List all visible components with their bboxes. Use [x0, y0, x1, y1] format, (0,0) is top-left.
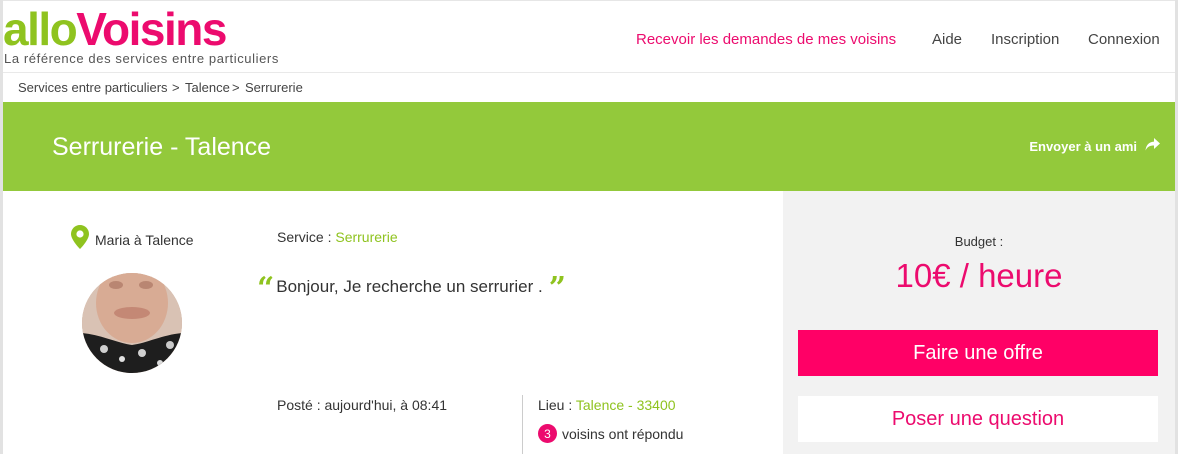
breadcrumb-separator: > — [232, 80, 240, 95]
replies-info: 3 voisins ont répondu — [538, 424, 683, 443]
ask-question-button[interactable]: Poser une question — [798, 396, 1158, 442]
nav-signup[interactable]: Inscription — [991, 31, 1059, 48]
lieu-label: Lieu : — [538, 397, 573, 413]
message-text: Bonjour, Je recherche un serrurier . — [276, 277, 543, 296]
make-offer-button[interactable]: Faire une offre — [798, 330, 1158, 376]
tagline: La référence des services entre particul… — [4, 51, 279, 66]
lieu-line: Lieu : Talence - 33400 — [538, 397, 676, 413]
divider — [522, 395, 523, 454]
breadcrumb: Services entre particuliers > Talence > … — [3, 72, 1175, 102]
share-arrow-icon — [1145, 138, 1160, 154]
nav-help[interactable]: Aide — [932, 31, 962, 48]
lieu-link[interactable]: Talence - 33400 — [576, 397, 676, 413]
budget-value: 10€ / heure — [895, 257, 1063, 294]
service-label: Service : — [277, 229, 332, 245]
request-message: “ Bonjour, Je recherche un serrurier . ” — [257, 271, 566, 306]
reply-count-badge: 3 — [538, 424, 557, 443]
breadcrumb-item-serrurerie[interactable]: Serrurerie — [245, 80, 303, 95]
budget-label: Budget : — [954, 234, 1004, 249]
title-banner: Serrurerie - Talence Envoyer à un ami — [3, 102, 1175, 191]
page-title: Serrurerie - Talence — [52, 133, 272, 161]
requester-name: Maria à Talence — [95, 231, 194, 248]
service-line: Service : Serrurerie — [277, 229, 398, 245]
location-pin-icon — [71, 225, 89, 254]
page: alloVoisins La référence des services en… — [0, 0, 1178, 454]
logo-part-voisins[interactable]: Voisins — [76, 3, 227, 55]
share-label: Envoyer à un ami — [1029, 138, 1137, 154]
breadcrumb-separator: > — [172, 80, 180, 95]
share-link[interactable]: Envoyer à un ami — [1029, 138, 1160, 154]
reply-text: voisins ont répondu — [562, 425, 684, 442]
quote-close-icon: ” — [548, 271, 566, 306]
header: alloVoisins La référence des services en… — [3, 0, 1175, 72]
service-link[interactable]: Serrurerie — [335, 229, 397, 245]
offer-sidebar: Budget : 10€ / heure Faire une offre Pos… — [783, 191, 1175, 454]
logo-part-allo[interactable]: allo — [3, 3, 78, 55]
posted-date: Posté : aujourd'hui, à 08:41 — [277, 397, 448, 413]
nav-login[interactable]: Connexion — [1088, 31, 1160, 48]
logo[interactable]: alloVoisins — [3, 3, 227, 55]
avatar — [82, 273, 182, 373]
quote-open-icon: “ — [257, 271, 275, 306]
breadcrumb-item-talence[interactable]: Talence — [185, 80, 230, 95]
breadcrumb-item-services[interactable]: Services entre particuliers — [18, 80, 168, 95]
request-details: Maria à Talence Service : Serrurerie “ B… — [3, 191, 783, 454]
nav-receive-requests[interactable]: Recevoir les demandes de mes voisins — [636, 31, 896, 48]
requester-location: Maria à Talence — [71, 225, 194, 254]
